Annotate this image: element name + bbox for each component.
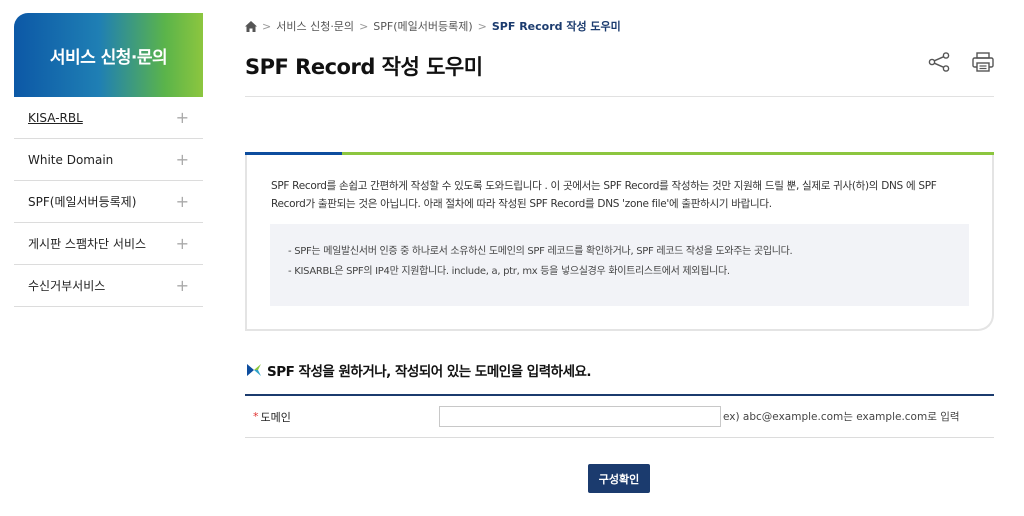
- note-item: SPF는 메일발신서버 인증 중 하나로서 소유하신 도메인의 SPF 레코드를…: [288, 242, 969, 262]
- plus-icon: +: [175, 276, 189, 295]
- required-mark: *: [253, 410, 259, 423]
- sidebar-item-unsubscribe[interactable]: 수신거부서비스 +: [14, 265, 203, 307]
- breadcrumb-item[interactable]: 서비스 신청·문의: [276, 18, 354, 34]
- page-tools: [928, 52, 994, 72]
- sidebar-item-label: White Domain: [28, 152, 114, 167]
- plus-icon: +: [175, 108, 189, 127]
- notes-box: SPF는 메일발신서버 인증 중 하나로서 소유하신 도메인의 SPF 레코드를…: [270, 224, 969, 306]
- plus-icon: +: [175, 234, 189, 253]
- note-item: KISARBL은 SPF의 IP4만 지원합니다. include, a, pt…: [288, 262, 969, 282]
- sidebar-item-label: 게시판 스팸차단 서비스: [28, 237, 147, 251]
- intro-text: SPF Record를 손쉽고 간편하게 작성할 수 있도록 도와드립니다 . …: [271, 180, 937, 210]
- breadcrumb-separator: >: [477, 19, 487, 33]
- domain-input[interactable]: [439, 406, 721, 427]
- domain-label-text: 도메인: [260, 410, 291, 424]
- info-box: SPF Record를 손쉽고 간편하게 작성할 수 있도록 도와드립니다 . …: [245, 152, 994, 331]
- domain-form: * 도메인 ex) abc@example.com는 example.com로 …: [245, 394, 994, 438]
- breadcrumb: > 서비스 신청·문의 > SPF(메일서버등록제) > SPF Record …: [245, 18, 621, 34]
- title-divider: [245, 96, 994, 97]
- section-title: SPF 작성을 원하거나, 작성되어 있는 도메인을 입력하세요.: [245, 360, 592, 380]
- page-title: SPF Record 작성 도우미: [245, 55, 483, 79]
- breadcrumb-current: SPF Record 작성 도우미: [491, 20, 621, 33]
- plus-icon: +: [175, 150, 189, 169]
- breadcrumb-item[interactable]: SPF(메일서버등록제): [373, 18, 472, 34]
- info-top-bar: [245, 152, 994, 155]
- bullet-icon: [247, 364, 261, 376]
- sidebar-item-label: SPF(메일서버등록제): [28, 195, 137, 209]
- confirm-button[interactable]: 구성확인: [588, 464, 650, 493]
- sidebar-item-spf[interactable]: SPF(메일서버등록제) +: [14, 181, 203, 223]
- sidebar-title: 서비스 신청·문의: [14, 13, 203, 97]
- sidebar: 서비스 신청·문의 KISA-RBL + White Domain + SPF(…: [14, 13, 203, 307]
- breadcrumb-separator: >: [262, 19, 272, 33]
- sidebar-item-label: KISA-RBL: [28, 110, 83, 125]
- sidebar-item-white-domain[interactable]: White Domain +: [14, 139, 203, 181]
- domain-hint: ex) abc@example.com는 example.com로 입력: [723, 411, 960, 423]
- share-icon[interactable]: [928, 52, 950, 72]
- sidebar-item-kisa-rbl[interactable]: KISA-RBL +: [14, 97, 203, 139]
- sidebar-item-label: 수신거부서비스: [28, 279, 106, 293]
- breadcrumb-separator: >: [359, 19, 369, 33]
- plus-icon: +: [175, 192, 189, 211]
- print-icon[interactable]: [972, 52, 994, 72]
- info-top-bar-accent: [245, 152, 342, 155]
- home-icon[interactable]: [245, 20, 257, 32]
- domain-label: * 도메인: [245, 396, 443, 437]
- sidebar-item-board-spam[interactable]: 게시판 스팸차단 서비스 +: [14, 223, 203, 265]
- section-title-text: SPF 작성을 원하거나, 작성되어 있는 도메인을 입력하세요.: [267, 364, 592, 380]
